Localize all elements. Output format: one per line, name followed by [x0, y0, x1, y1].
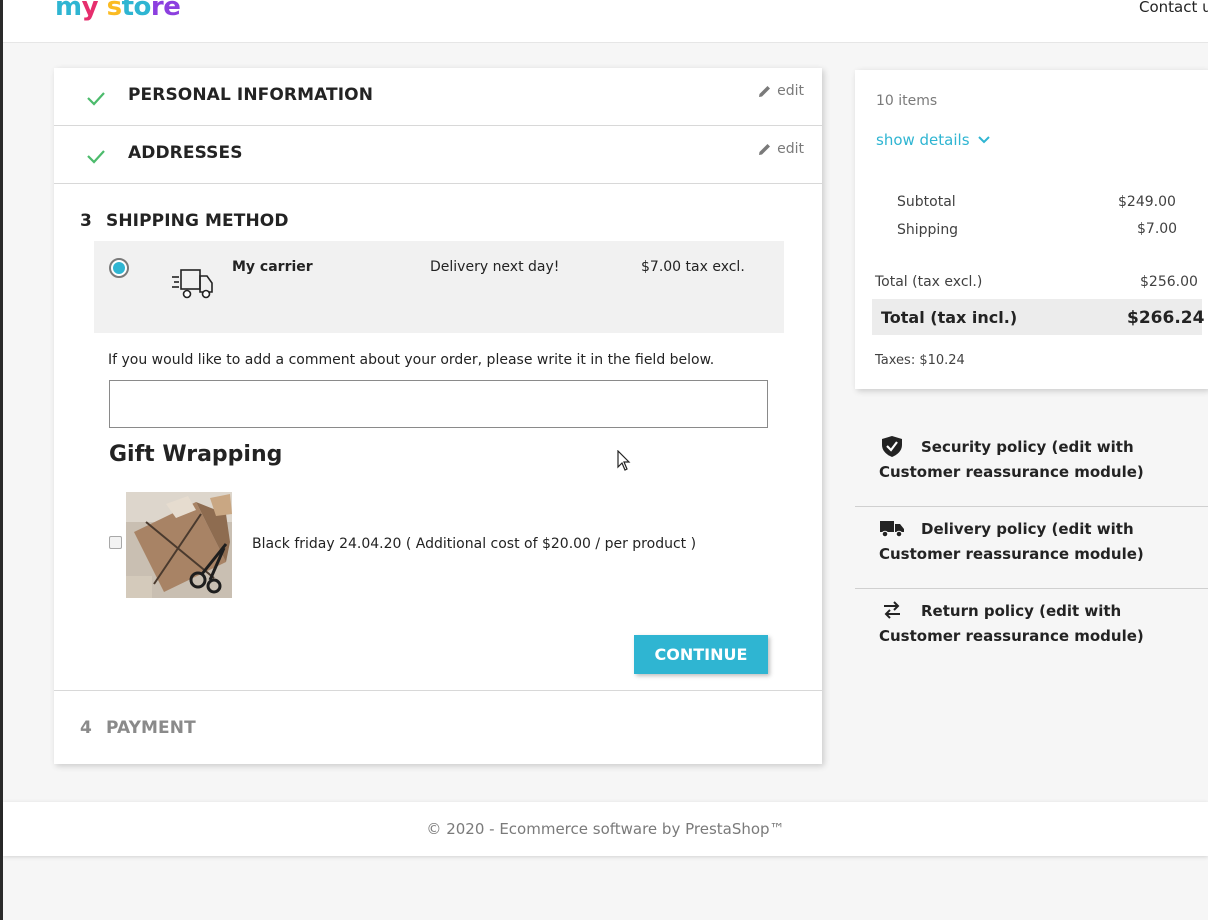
step-addresses[interactable]: ADDRESSES edit [54, 126, 822, 184]
step-number: 4 [80, 718, 92, 738]
items-count: 10 items [876, 93, 938, 109]
security-policy[interactable]: Security policy (edit with Customer reas… [855, 425, 1208, 507]
total-incl-label: Total (tax incl.) [881, 308, 1018, 327]
site-footer: © 2020 - Ecommerce software by PrestaSho… [3, 802, 1208, 856]
carrier-radio[interactable] [109, 258, 129, 278]
continue-button[interactable]: CONTINUE [634, 635, 768, 674]
step-title: PAYMENT [106, 718, 196, 738]
delivery-truck-icon [172, 269, 213, 299]
carrier-option[interactable]: My carrier Delivery next day! $7.00 tax … [94, 241, 784, 333]
total-excl-label: Total (tax excl.) [875, 274, 983, 290]
step-title: ADDRESSES [128, 143, 243, 163]
window-edge [0, 0, 3, 920]
mouse-cursor-icon [617, 450, 631, 471]
step-title: PERSONAL INFORMATION [128, 85, 374, 105]
gift-wrapping-checkbox[interactable] [109, 536, 122, 549]
total-excl-value: $256.00 [1140, 274, 1198, 290]
delivery-policy-text: Delivery policy (edit with Customer reas… [879, 520, 1144, 563]
store-logo[interactable]: my store [55, 0, 181, 22]
carrier-name: My carrier [232, 259, 313, 275]
total-incl-value: $266.24 [1127, 308, 1205, 328]
carrier-price: $7.00 tax excl. [641, 259, 745, 275]
edit-personal-information-link[interactable]: edit [758, 83, 804, 99]
chevron-down-icon [977, 136, 990, 144]
return-policy[interactable]: Return policy (edit with Customer reassu… [855, 589, 1208, 671]
security-policy-text: Security policy (edit with Customer reas… [879, 438, 1144, 481]
step-number: 3 [80, 211, 92, 231]
cart-summary: 10 items show details Subtotal $249.00 S… [855, 70, 1208, 389]
edit-label: edit [777, 141, 804, 157]
step-personal-information[interactable]: PERSONAL INFORMATION edit [54, 68, 822, 126]
contact-link[interactable]: Contact u [1139, 0, 1208, 16]
delivery-policy[interactable]: Delivery policy (edit with Customer reas… [855, 507, 1208, 589]
show-details-label: show details [876, 131, 970, 149]
taxes-amount: Taxes: $10.24 [875, 353, 965, 368]
gift-wrapping-option: Black friday 24.04.20 ( Additional cost … [252, 536, 697, 552]
return-policy-text: Return policy (edit with Customer reassu… [879, 602, 1144, 645]
step-payment: 4 PAYMENT [54, 691, 822, 764]
subtotal-label: Subtotal [897, 194, 956, 210]
order-comment-field[interactable] [109, 380, 768, 428]
copyright: © 2020 - Ecommerce software by PrestaSho… [426, 820, 785, 838]
show-details-link[interactable]: show details [876, 131, 990, 149]
edit-label: edit [777, 83, 804, 99]
step-title: SHIPPING METHOD [106, 211, 289, 231]
shipping-value: $7.00 [1137, 221, 1178, 237]
gift-wrapping-image [126, 492, 232, 598]
edit-addresses-link[interactable]: edit [758, 141, 804, 157]
gift-wrapping-title: Gift Wrapping [109, 442, 283, 467]
subtotal-value: $249.00 [1118, 194, 1176, 210]
checkmark-icon [87, 150, 105, 164]
carrier-delay: Delivery next day! [430, 259, 560, 275]
checkout-steps: PERSONAL INFORMATION edit ADDRESSES edit… [54, 68, 822, 764]
shipping-label: Shipping [897, 222, 959, 238]
site-header: my store Contact u [3, 0, 1208, 43]
pencil-icon [759, 86, 771, 97]
comment-label: If you would like to add a comment about… [108, 352, 715, 368]
checkmark-icon [87, 92, 105, 106]
pencil-icon [759, 144, 771, 155]
